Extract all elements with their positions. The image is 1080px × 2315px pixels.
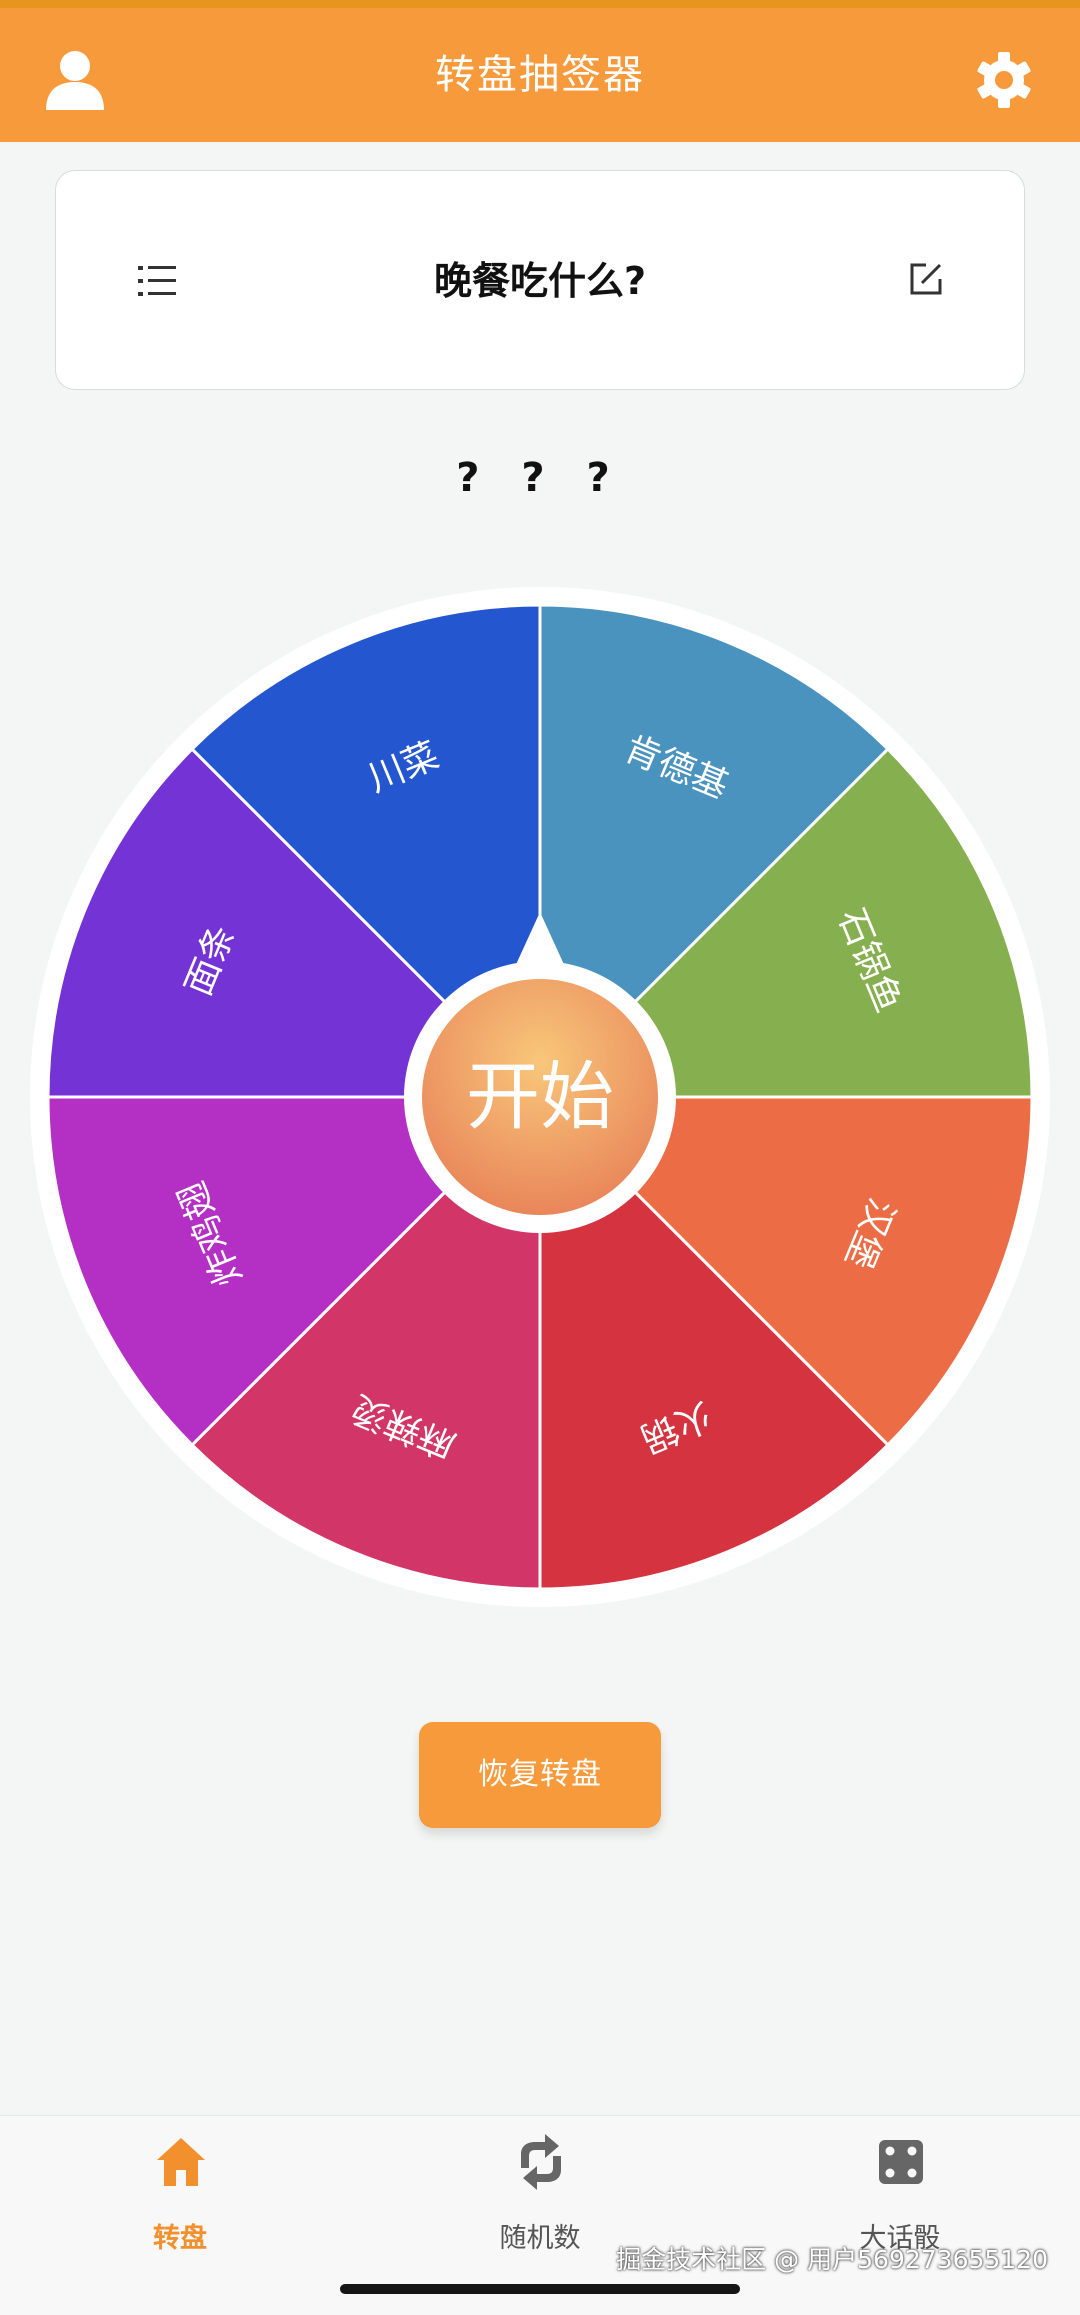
- question-title: 晚餐吃什么?: [433, 259, 647, 303]
- restore-wheel-button[interactable]: 恢复转盘: [419, 1722, 661, 1828]
- home-indicator: [340, 2284, 740, 2294]
- user-icon[interactable]: [40, 44, 110, 114]
- start-button-label: 开始: [466, 1054, 614, 1140]
- result-text: ? ? ?: [456, 455, 624, 501]
- edit-icon[interactable]: [906, 259, 946, 299]
- tab-turntable-label: 转盘: [153, 2223, 207, 2254]
- page-title: 转盘抽签器: [435, 52, 645, 98]
- watermark: 掘金技术社区 @ 用户569273655120: [616, 2245, 1048, 2274]
- tab-turntable[interactable]: 转盘: [60, 2116, 300, 2276]
- dice-icon: [879, 2140, 923, 2184]
- refresh-arrows-icon: [521, 2134, 561, 2190]
- app-header: 转盘抽签器: [0, 0, 1080, 142]
- home-icon: [157, 2138, 205, 2186]
- gear-icon[interactable]: [972, 48, 1036, 112]
- prize-wheel: 肯德基石锅鱼汉堡火锅麻辣烫炸鸡翅面条川菜 开始: [30, 587, 1050, 1607]
- question-card: 晚餐吃什么?: [55, 170, 1025, 390]
